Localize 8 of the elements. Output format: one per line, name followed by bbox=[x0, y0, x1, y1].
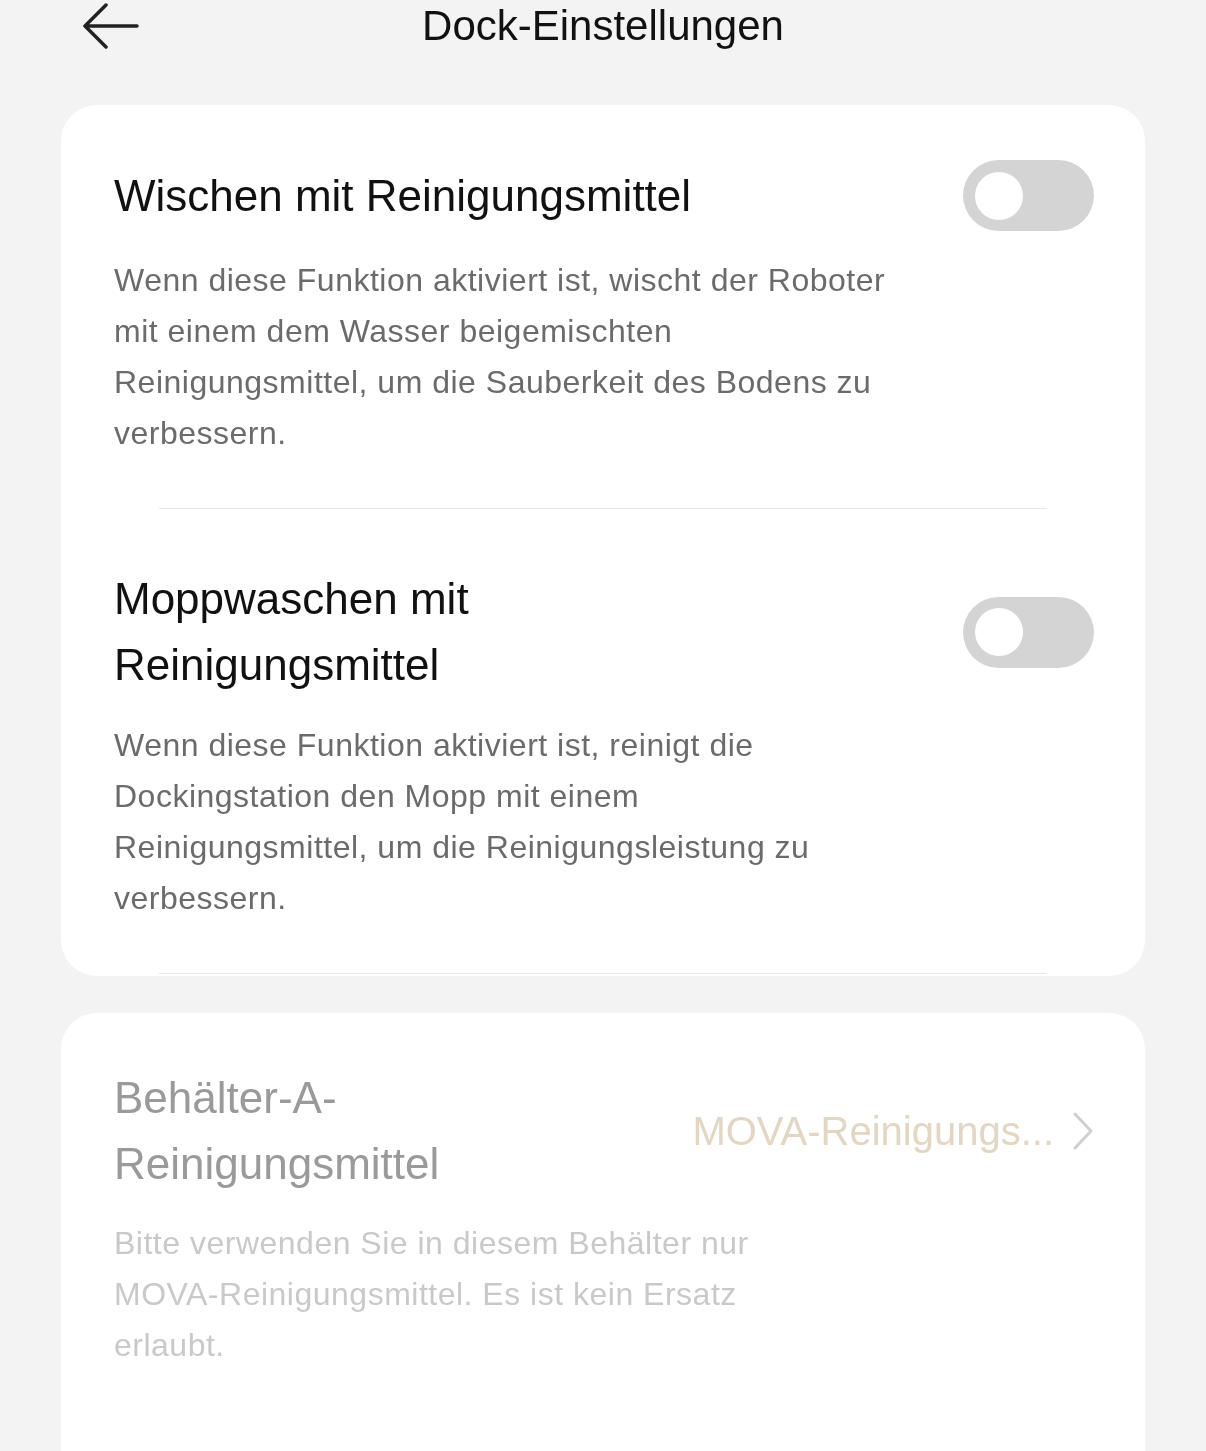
setting-description: Wenn diese Funktion aktiviert ist, reinigt die Dockingstation den Mopp mit einem Reinigungsmittel, um die Reinigungsleistung zu verbessern. bbox=[114, 726, 811, 918]
setting-title: Wischen mit Reinigungsmittel bbox=[114, 169, 693, 222]
page-title: Dock-Einstellungen bbox=[422, 1, 784, 51]
setting-description: Wenn diese Funktion aktiviert ist, wischt der Roboter mit einem dem Wasser beigemischten Reinigungsmittel, um die Sauberkeit des Bodens zu verbessern. bbox=[114, 261, 887, 453]
back-arrow-icon bbox=[81, 3, 139, 49]
setting-title: Moppwaschen mit Reinigungsmittel bbox=[114, 573, 470, 691]
setting-title: Behälter-A-Reinigungsmittel bbox=[114, 1072, 441, 1190]
chevron-right-icon bbox=[1072, 1111, 1094, 1151]
